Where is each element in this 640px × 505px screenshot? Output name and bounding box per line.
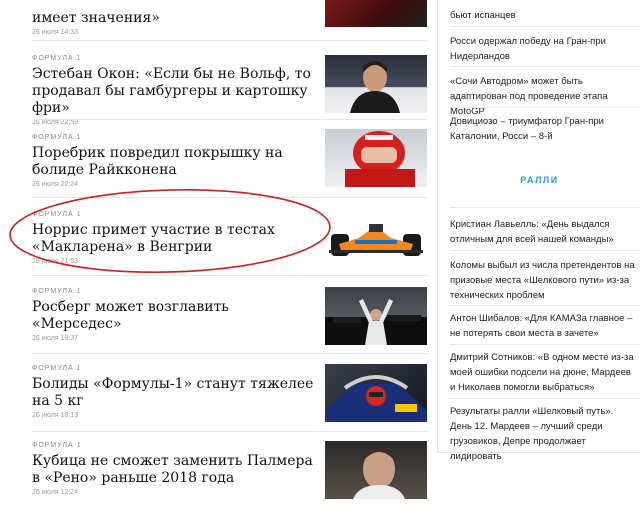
divider: [32, 119, 427, 120]
driver-face-image: [353, 448, 405, 499]
divider: [32, 40, 427, 41]
news-thumbnail-mclaren-car[interactable]: [325, 210, 427, 268]
news-thumbnail-car-cockpit[interactable]: [325, 364, 427, 422]
news-thumbnail-driver-face[interactable]: [325, 441, 427, 499]
divider: [450, 398, 640, 399]
divider: [32, 353, 427, 354]
news-thumbnail-driver-portrait[interactable]: [325, 55, 427, 113]
news-headline[interactable]: Поребрик повредил покрышку на болиде Рай…: [32, 145, 318, 179]
car-cockpit-image: [325, 375, 427, 422]
divider: [450, 207, 640, 208]
sidebar-news-link[interactable]: Антон Шибалов: «Для КАМАЗа главное – не …: [450, 311, 636, 341]
news-headline[interactable]: Норрис примет участие в тестах «Макларен…: [32, 222, 318, 256]
news-date: 26 июля 14:33: [32, 29, 79, 36]
driver-portrait-image: [350, 61, 400, 113]
news-category[interactable]: Формула 1: [32, 287, 318, 296]
news-item-text: Формула 1 Поребрик повредил покрышку на …: [32, 133, 318, 189]
news-thumbnail-celebration[interactable]: [325, 287, 427, 345]
divider: [450, 250, 640, 251]
sidebar-news-link[interactable]: Коломы выбыл из числа претендентов на пр…: [450, 258, 636, 303]
divider: [450, 305, 640, 306]
sidebar-news-link[interactable]: Кристиан Лавьелль: «День выдался отличны…: [450, 217, 636, 247]
sidebar-news-link[interactable]: Результаты ралли «Шелковый путь». День 1…: [450, 404, 636, 464]
mclaren-car-image: [329, 224, 423, 256]
news-item-text: Формула 1 Росберг может возглавить «Мерс…: [32, 287, 318, 343]
news-item-text: Формула 1 Болиды «Формулы-1» станут тяже…: [32, 364, 318, 420]
driver-in-helmet-image: [345, 131, 415, 187]
news-category[interactable]: Формула 1: [32, 133, 318, 142]
sidebar-news-link[interactable]: Дмитрий Сотников: «В одном месте из-за м…: [450, 350, 636, 395]
sidebar-news-link[interactable]: Довициозо – триумфатор Гран-при Каталони…: [450, 114, 636, 144]
news-feed: имеет значения» 26 июля 14:33 Формула 1 …: [0, 0, 430, 505]
news-headline[interactable]: Кубица не сможет заменить Палмера в «Рен…: [32, 453, 318, 487]
news-headline[interactable]: Болиды «Формулы-1» станут тяжелее на 5 к…: [32, 376, 318, 410]
news-thumbnail[interactable]: [325, 0, 427, 27]
news-headline[interactable]: имеет значения»: [32, 10, 318, 27]
news-item-text: имеет значения» 26 июля 14:33: [32, 0, 318, 37]
sidebar: бьют испанцев Росси одержал победу на Гр…: [437, 0, 640, 462]
news-category[interactable]: Формула 1: [32, 210, 318, 219]
news-category[interactable]: Формула 1: [32, 364, 318, 373]
news-date: 26 июля 18:13: [32, 412, 79, 419]
divider: [450, 26, 640, 27]
news-date: 26 июля 19:37: [32, 335, 79, 342]
celebration-image: [325, 299, 427, 345]
news-category[interactable]: Формула 1: [32, 54, 318, 63]
divider: [450, 107, 640, 108]
divider: [32, 275, 427, 276]
divider: [450, 66, 640, 67]
divider: [32, 197, 427, 198]
sidebar-section-title-rally[interactable]: РАЛЛИ: [438, 175, 640, 185]
sidebar-news-link[interactable]: бьют испанцев: [450, 8, 636, 23]
news-item-text: Формула 1 Кубица не сможет заменить Палм…: [32, 441, 318, 497]
news-headline[interactable]: Эстебан Окон: «Если бы не Вольф, то прод…: [32, 66, 318, 117]
news-item-text: Формула 1 Эстебан Окон: «Если бы не Воль…: [32, 54, 318, 127]
news-date: 26 июля 22:24: [32, 181, 79, 188]
news-item-text: Формула 1 Норрис примет участие в тестах…: [32, 210, 318, 266]
news-date: 26 июля 12:24: [32, 489, 79, 496]
divider: [32, 431, 427, 432]
news-thumbnail-driver-helmet[interactable]: [325, 129, 427, 187]
sidebar-news-link[interactable]: Росси одержал победу на Гран-при Нидерла…: [450, 34, 636, 64]
news-category[interactable]: Формула 1: [32, 441, 318, 450]
news-headline[interactable]: Росберг может возглавить «Мерседес»: [32, 299, 318, 333]
divider: [450, 344, 640, 345]
news-date: 26 июля 21:53: [32, 258, 79, 265]
sidebar-news-link[interactable]: «Сочи Автодром» может быть адаптирован п…: [450, 74, 636, 119]
